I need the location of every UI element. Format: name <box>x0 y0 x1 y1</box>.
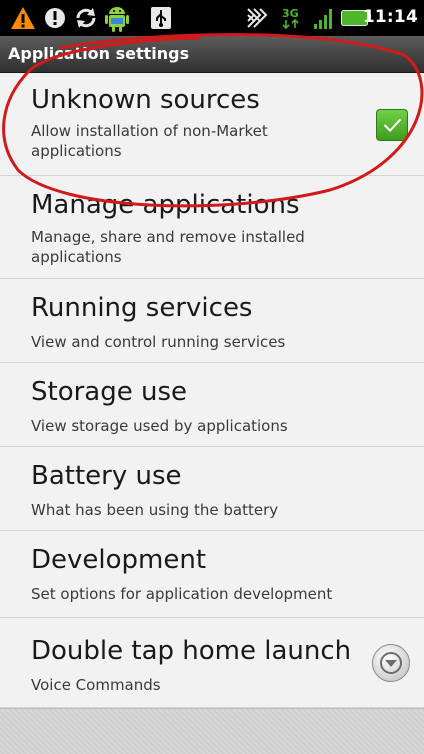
info-icon <box>45 8 65 28</box>
setting-title: Battery use <box>31 461 182 491</box>
setting-double-tap-home-launch[interactable]: Double tap home launch Voice Commands <box>0 618 424 708</box>
chevron-down-icon <box>380 652 402 674</box>
setting-manage-applications[interactable]: Manage applications Manage, share and re… <box>0 176 424 279</box>
clock-time: 11:14 <box>362 7 418 27</box>
setting-title: Manage applications <box>31 190 300 220</box>
setting-unknown-sources[interactable]: Unknown sources Allow installation of no… <box>0 73 424 176</box>
title-bar: Application settings <box>0 36 424 73</box>
double-tap-dropdown-button[interactable] <box>372 644 410 682</box>
setting-title: Unknown sources <box>31 85 260 115</box>
setting-title: Double tap home launch <box>31 636 352 666</box>
setting-storage-use[interactable]: Storage use View storage used by applica… <box>0 363 424 447</box>
setting-summary: Manage, share and remove installed appli… <box>31 228 305 266</box>
android-icon <box>105 7 129 32</box>
setting-summary: Allow installation of non-Market applica… <box>31 122 268 160</box>
setting-development[interactable]: Development Set options for application … <box>0 531 424 618</box>
phone-screen: 3G 11:14 Application settings Unknown so… <box>0 0 424 754</box>
warning-icon <box>11 7 35 29</box>
setting-running-services[interactable]: Running services View and control runnin… <box>0 279 424 363</box>
svg-text:3G: 3G <box>282 7 299 20</box>
sync-icon <box>76 8 96 28</box>
setting-title: Development <box>31 545 207 575</box>
setting-battery-use[interactable]: Battery use What has been using the batt… <box>0 447 424 531</box>
status-bar: 3G 11:14 <box>0 0 424 36</box>
network-3g-icon: 3G <box>282 7 299 30</box>
signal-icon <box>314 9 332 29</box>
setting-summary: View and control running services <box>31 333 286 351</box>
setting-summary: Voice Commands <box>31 676 161 694</box>
setting-summary: View storage used by applications <box>31 417 288 435</box>
page-title: Application settings <box>8 44 190 63</box>
setting-summary: Set options for application development <box>31 585 333 603</box>
usb-icon <box>151 7 171 29</box>
vibrate-icon <box>247 8 268 28</box>
bottom-strip <box>0 708 424 754</box>
setting-title: Running services <box>31 293 253 323</box>
setting-summary: What has been using the battery <box>31 501 279 519</box>
unknown-sources-checkbox[interactable] <box>376 109 408 141</box>
settings-list: Unknown sources Allow installation of no… <box>0 73 424 708</box>
setting-title: Storage use <box>31 377 188 407</box>
checkmark-icon <box>383 118 402 133</box>
